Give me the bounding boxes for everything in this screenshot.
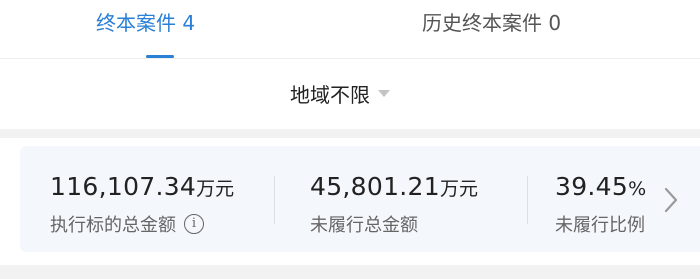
region-filter-bar: 地域不限 bbox=[0, 59, 700, 129]
stat-total-amount-unit: 万元 bbox=[196, 178, 235, 200]
stat-separator bbox=[274, 176, 275, 224]
tab-final-cases[interactable]: 终本案件 4 bbox=[96, 8, 195, 38]
stats-card: 116,107.34万元 执行标的总金额 i 45,801.21万元 未履行总金… bbox=[20, 146, 700, 252]
stat-total-amount-label-row: 执行标的总金额 i bbox=[50, 211, 204, 237]
region-filter-dropdown[interactable]: 地域不限 bbox=[290, 77, 390, 109]
stat-unfulfilled-ratio-value: 39.45% bbox=[555, 172, 646, 201]
stat-unfulfilled-amount-label: 未履行总金额 bbox=[310, 215, 418, 236]
caret-down-icon bbox=[378, 89, 390, 97]
tab-final-cases-label: 终本案件 bbox=[96, 11, 176, 35]
tab-history-final-cases-count: 0 bbox=[548, 11, 562, 35]
stat-unfulfilled-amount-value: 45,801.21万元 bbox=[310, 172, 478, 201]
stat-total-amount-label: 执行标的总金额 bbox=[50, 215, 176, 236]
tab-history-final-cases[interactable]: 历史终本案件 0 bbox=[422, 8, 561, 38]
chevron-right-icon[interactable] bbox=[663, 186, 679, 214]
tab-final-cases-count: 4 bbox=[182, 11, 196, 35]
section-divider bbox=[0, 129, 700, 138]
stat-separator bbox=[527, 176, 528, 224]
stat-unfulfilled-ratio-label-row: 未履行比例 bbox=[555, 211, 645, 237]
stat-total-amount-number: 116,107.34 bbox=[50, 172, 197, 201]
stat-unfulfilled-amount-number: 45,801.21 bbox=[310, 172, 440, 201]
case-tabs: 终本案件 4 历史终本案件 0 bbox=[0, 0, 700, 58]
stat-unfulfilled-ratio-number: 39.45 bbox=[555, 172, 629, 201]
tab-history-final-cases-label: 历史终本案件 bbox=[422, 11, 542, 35]
stat-unfulfilled-amount-unit: 万元 bbox=[439, 178, 478, 200]
info-icon[interactable]: i bbox=[184, 214, 204, 234]
stat-unfulfilled-ratio-label: 未履行比例 bbox=[555, 215, 645, 236]
bottom-divider bbox=[0, 265, 700, 279]
stat-unfulfilled-amount-label-row: 未履行总金额 bbox=[310, 211, 418, 237]
region-filter-label: 地域不限 bbox=[290, 82, 370, 107]
stat-unfulfilled-ratio-unit: % bbox=[628, 178, 647, 200]
stat-total-amount-value: 116,107.34万元 bbox=[50, 172, 234, 201]
